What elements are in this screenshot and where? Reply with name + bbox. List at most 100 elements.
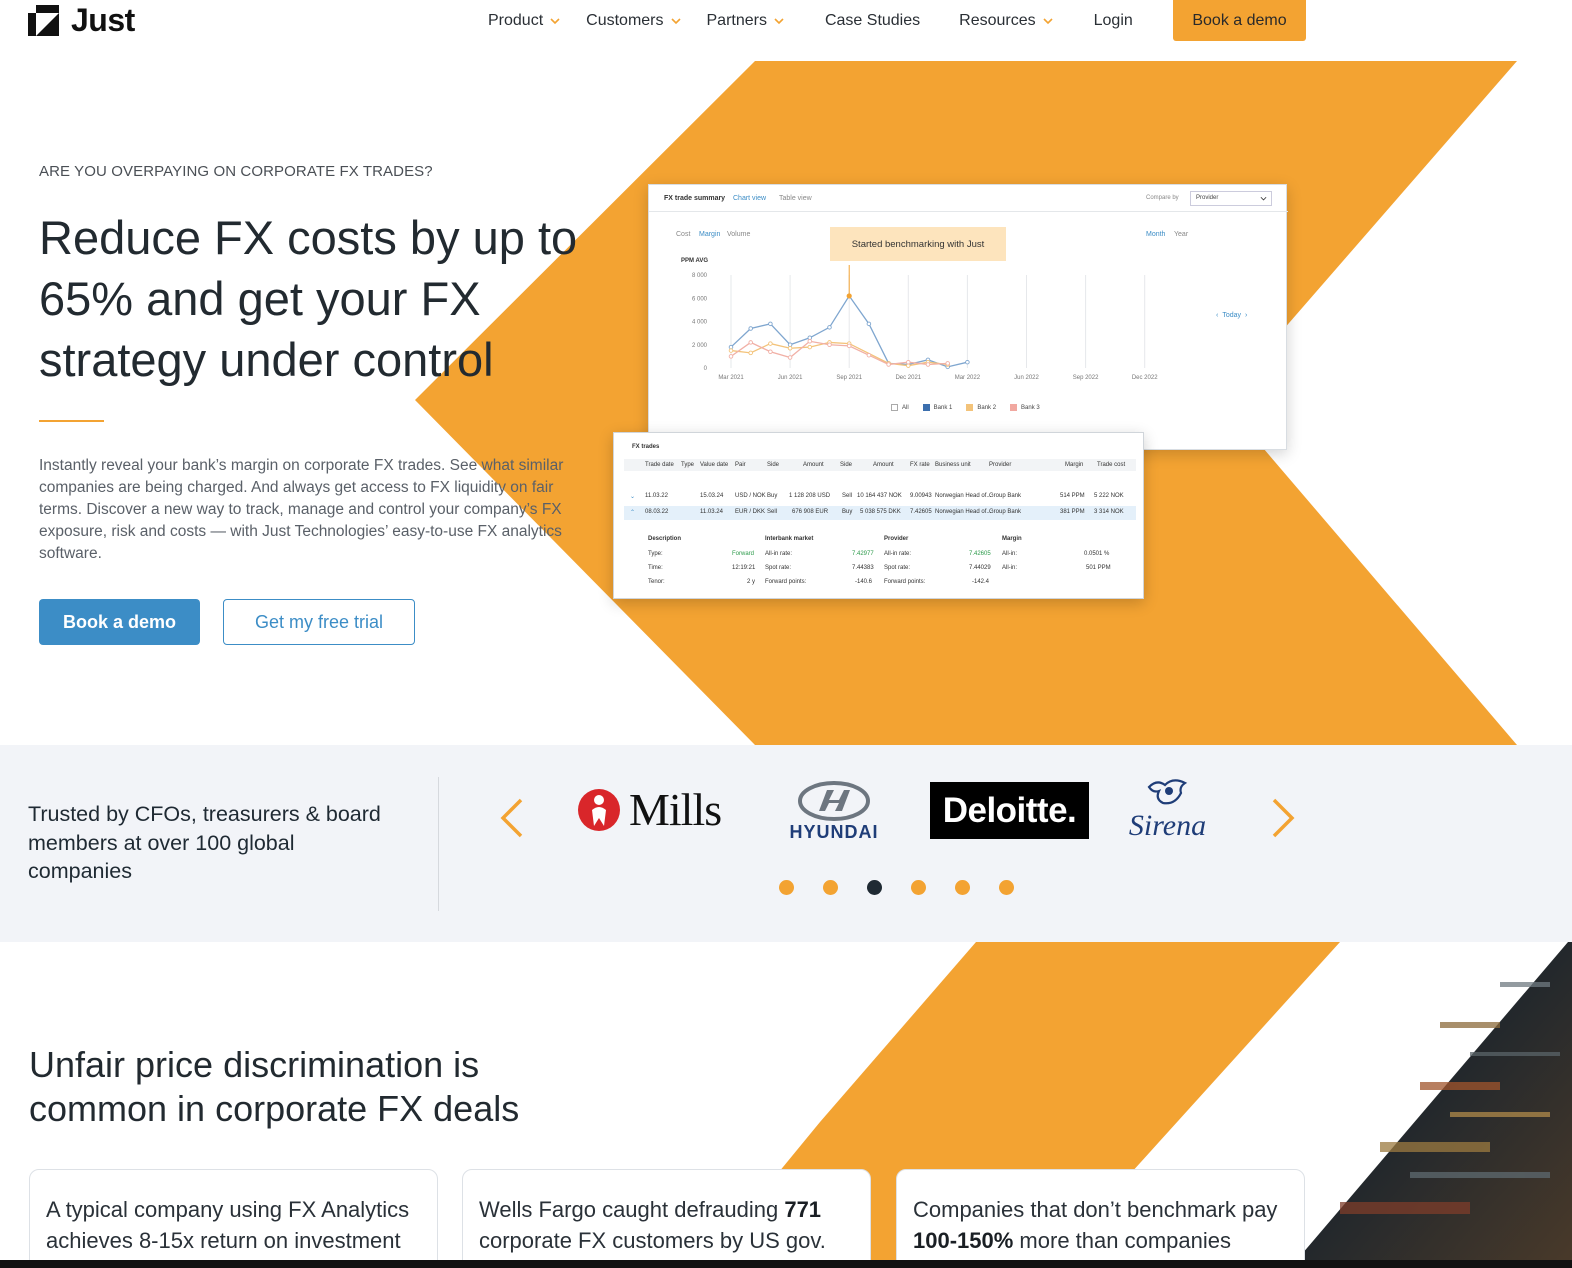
cell-pair: USD / NOK <box>735 493 766 499</box>
detail-ib-fwd: -140.6 <box>855 579 873 585</box>
carousel-dot-active[interactable] <box>867 880 882 895</box>
checkbox-icon <box>1010 404 1018 411</box>
x-tick-label: Mar 2022 <box>955 375 981 381</box>
customer-logo-mills: Mills <box>577 784 722 835</box>
th-amount[interactable]: Amount <box>803 462 824 468</box>
x-tick-label: Jun 2022 <box>1014 375 1039 381</box>
th-business-unit[interactable]: Business unit <box>935 462 971 468</box>
th-provider[interactable]: Provider <box>989 462 1011 468</box>
data-point <box>787 355 793 360</box>
legend-bank-1[interactable]: Bank 1 <box>922 404 952 411</box>
data-point <box>866 352 872 358</box>
cell-fx-rate: 7.42605 <box>910 509 932 515</box>
stat-card: Companies that don’t benchmark pay 100-1… <box>896 1169 1305 1268</box>
carousel-dot[interactable] <box>911 880 926 895</box>
logo[interactable]: Just <box>28 4 135 36</box>
th-fx-rate[interactable]: FX rate <box>910 462 930 468</box>
detail-ib-allin: 7.42977 <box>852 551 874 557</box>
data-point <box>827 342 832 347</box>
th-trade-cost[interactable]: Trade cost <box>1097 462 1125 468</box>
trusted-by-section: Trusted by CFOs, treasurers & board memb… <box>0 745 1572 942</box>
cell-provider: Group Bank <box>989 493 1022 499</box>
table-row[interactable]: ⌃ 08.03.22 11.03.24 EUR / DKK Sell 676 9… <box>624 506 1136 520</box>
legend-bank-2[interactable]: Bank 2 <box>966 404 996 411</box>
metric-volume[interactable]: Volume <box>727 231 750 238</box>
compare-select-value: Provider <box>1196 195 1219 201</box>
x-tick-label: Dec 2021 <box>895 375 921 381</box>
th-type[interactable]: Type <box>681 462 694 468</box>
today-nav[interactable]: ‹ Today › <box>1216 312 1247 319</box>
nav-partners[interactable]: Partners <box>707 12 785 30</box>
nav-customers[interactable]: Customers <box>586 12 681 30</box>
stat-card-text-end: more than companies <box>1013 1228 1231 1253</box>
nav-login[interactable]: Login <box>1094 12 1133 30</box>
carousel-dot[interactable] <box>999 880 1014 895</box>
chevron-down-icon[interactable]: ⌄ <box>630 493 635 500</box>
annotation-point <box>846 293 852 299</box>
stat-card-highlight: 771 <box>784 1197 822 1222</box>
tab-fx-trade-summary[interactable]: FX trade summary <box>664 195 725 202</box>
carousel-dot[interactable] <box>823 880 838 895</box>
book-demo-button[interactable]: Book a demo <box>39 599 200 645</box>
nav-resources[interactable]: Resources <box>959 12 1053 30</box>
cell-fx-rate: 9.00943 <box>910 493 932 499</box>
metric-cost[interactable]: Cost <box>676 231 690 238</box>
cell-trade-cost: 5 222 NOK <box>1094 493 1124 499</box>
mills-wordmark: Mills <box>629 784 722 835</box>
deloitte-wordmark: Deloitte. <box>942 790 1077 830</box>
data-point <box>906 359 911 365</box>
detail-pr-allin-label: All-in rate: <box>884 551 912 557</box>
carousel-next-arrow-icon[interactable] <box>1268 797 1298 839</box>
th-side-2[interactable]: Side <box>840 462 852 468</box>
data-point <box>748 340 753 345</box>
cell-business-unit: Norwegian Head of... <box>935 493 992 499</box>
detail-ib-spot: 7.44383 <box>852 565 874 571</box>
period-year[interactable]: Year <box>1174 231 1188 238</box>
detail-ib-spot-label: Spot rate: <box>765 565 792 571</box>
metric-margin[interactable]: Margin <box>699 231 720 238</box>
detail-pr-fwd-label: Forward points: <box>884 579 926 585</box>
data-point <box>965 359 970 365</box>
data-point <box>728 354 734 359</box>
chevron-up-icon[interactable]: ⌃ <box>630 509 635 516</box>
book-demo-header-button[interactable]: Book a demo <box>1173 0 1306 41</box>
th-margin[interactable]: Margin <box>1065 462 1083 468</box>
carousel-dot[interactable] <box>779 880 794 895</box>
data-point <box>807 344 813 350</box>
hero-description: Instantly reveal your bank’s margin on c… <box>39 457 564 562</box>
th-side[interactable]: Side <box>767 462 779 468</box>
chevron-left-icon[interactable]: ‹ <box>1216 312 1218 319</box>
detail-type-label: Type: <box>648 551 663 557</box>
hyundai-emblem-icon <box>798 781 870 821</box>
chevron-down-icon <box>670 18 681 25</box>
data-point <box>768 341 773 346</box>
tab-table-view[interactable]: Table view <box>779 195 812 202</box>
table-row[interactable]: ⌄ 11.03.22 15.03.24 USD / NOK Buy 1 128 … <box>624 490 1136 503</box>
legend-bank-2-label: Bank 2 <box>977 405 997 412</box>
cell-margin: 381 PPM <box>1060 509 1085 515</box>
sirena-emblem-icon <box>1147 779 1187 805</box>
nav-login-label: Login <box>1093 12 1133 29</box>
nav-product[interactable]: Product <box>488 12 561 30</box>
th-trade-date[interactable]: Trade date <box>645 462 674 468</box>
th-amount-2[interactable]: Amount <box>873 462 894 468</box>
sirena-wordmark: Sirena <box>1128 809 1207 842</box>
period-month[interactable]: Month <box>1146 231 1165 238</box>
x-tick-label: Jun 2021 <box>778 375 803 381</box>
free-trial-button[interactable]: Get my free trial <box>223 599 415 645</box>
tab-chart-view[interactable]: Chart view <box>733 195 766 202</box>
detail-provider-heading: Provider <box>884 536 909 542</box>
nav-case-studies[interactable]: Case Studies <box>825 12 920 30</box>
y-tick-label: 6 000 <box>692 296 708 302</box>
legend-bank-3[interactable]: Bank 3 <box>1010 404 1040 411</box>
compare-label: Compare by <box>1146 195 1179 201</box>
th-value-date[interactable]: Value date <box>700 462 728 468</box>
legend-all[interactable]: All <box>891 404 909 411</box>
compare-select[interactable]: Provider <box>1190 191 1272 206</box>
chevron-right-icon[interactable]: › <box>1245 312 1247 319</box>
th-pair[interactable]: Pair <box>735 462 746 468</box>
today-label: Today <box>1222 312 1242 319</box>
cell-trade-cost: 3 314 NOK <box>1094 509 1124 515</box>
carousel-prev-arrow-icon[interactable] <box>497 797 527 839</box>
carousel-dot[interactable] <box>955 880 970 895</box>
